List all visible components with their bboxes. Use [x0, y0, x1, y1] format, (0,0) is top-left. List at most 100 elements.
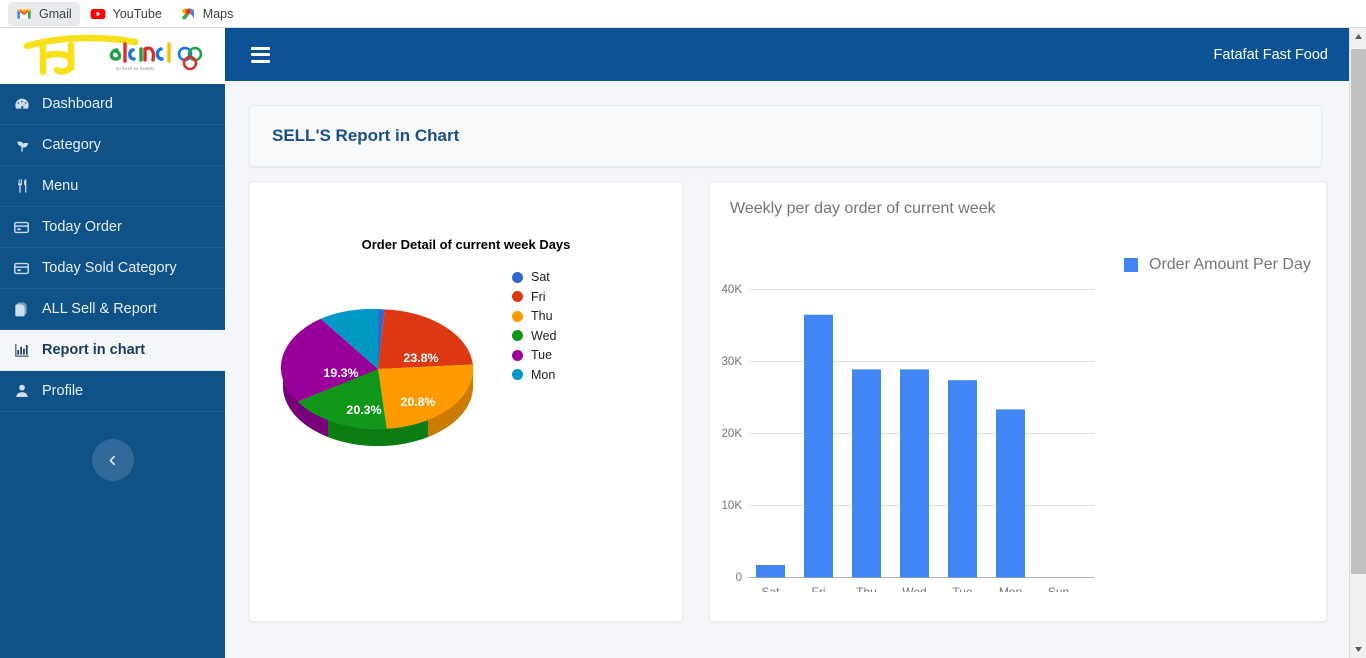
y-axis-tick-labels: 40K 30K 20K 10K 0: [722, 284, 743, 584]
bookmark-gmail[interactable]: Gmail: [8, 1, 80, 26]
top-header: Fatafat Fast Food: [225, 28, 1366, 81]
scroll-up-arrow-icon[interactable]: [1349, 28, 1366, 45]
bookmark-maps[interactable]: Maps: [172, 2, 242, 26]
receipt-icon: [12, 219, 31, 236]
pie-chart-title: Order Detail of current week Days: [361, 237, 571, 252]
page-content: SELL'S Report in Chart Order Detail of c…: [225, 81, 1366, 658]
legend-swatch-icon: [512, 349, 523, 361]
bar-mon[interactable]: [996, 409, 1025, 578]
sidebar-item-menu[interactable]: Menu: [0, 166, 225, 207]
sidebar-collapse-wrap: [0, 439, 225, 481]
x-axis-tick-labels: Sat Fri Thu Wed Tue Mon Sun: [761, 585, 1069, 599]
browser-bookmark-bar: Gmail YouTube Maps: [0, 0, 1366, 28]
brand-logo[interactable]: so fresh so healthy: [0, 28, 225, 84]
scrollbar-thumb[interactable]: [1350, 49, 1366, 574]
pie-label-fri: 23.8%: [403, 351, 438, 365]
sidebar-nav: Dashboard Category Menu Today Order Toda…: [0, 84, 225, 412]
pie-legend-item-wed[interactable]: Wed: [512, 329, 556, 343]
bookmark-label: Gmail: [39, 6, 72, 21]
page-scrollbar[interactable]: [1349, 28, 1366, 658]
bar-chart-card: Weekly per day order of current week 40K…: [709, 181, 1327, 622]
youtube-icon: [90, 6, 106, 22]
sidebar-item-profile[interactable]: Profile: [0, 371, 225, 412]
report-panel-header: SELL'S Report in Chart: [249, 105, 1322, 167]
sidebar-item-today-sold-category[interactable]: Today Sold Category: [0, 248, 225, 289]
sidebar-item-today-order[interactable]: Today Order: [0, 207, 225, 248]
bar-chart-canvas[interactable]: 40K 30K 20K 10K 0 Sat Fri Thu Wed Tue Mo…: [716, 232, 1116, 599]
gmail-icon: [16, 6, 32, 22]
receipt-icon: [12, 260, 31, 277]
scroll-down-arrow-icon[interactable]: [1349, 641, 1366, 658]
x-tick-tue: Tue: [952, 585, 973, 592]
bar-chart-icon: [12, 342, 31, 358]
sidebar-item-all-sell-report[interactable]: ALL Sell & Report: [0, 289, 225, 330]
pie-label-thu: 20.8%: [400, 395, 435, 409]
legend-label: Wed: [531, 328, 557, 343]
y-tick-30k: 30K: [722, 356, 743, 368]
bar-chart-legend: Order Amount Per Day: [1124, 256, 1311, 274]
bar-sat[interactable]: [756, 565, 785, 578]
bar-thu[interactable]: [852, 369, 881, 578]
bar-series-order-amount-per-day: [756, 314, 1025, 578]
legend-swatch-icon: [512, 271, 523, 283]
x-tick-fri: Fri: [812, 585, 826, 592]
sidebar-item-dashboard[interactable]: Dashboard: [0, 84, 225, 125]
pie-label-tue: 19.3%: [323, 366, 358, 380]
charts-row: Order Detail of current week Days 23.8% …: [249, 181, 1327, 622]
chevron-left-icon: [106, 454, 119, 467]
x-tick-thu: Thu: [856, 585, 877, 592]
legend-label: Mon: [531, 367, 556, 382]
bar-fri[interactable]: [804, 314, 833, 578]
x-tick-mon: Mon: [999, 585, 1022, 592]
bookmark-label: Maps: [202, 6, 234, 21]
y-tick-20k: 20K: [722, 428, 743, 440]
bookmark-label: YouTube: [112, 6, 162, 21]
sidebar-item-report-in-chart[interactable]: Report in chart: [0, 330, 225, 371]
seedling-icon: [12, 137, 31, 153]
legend-swatch-icon: [512, 310, 523, 322]
legend-label: Order Amount Per Day: [1149, 256, 1311, 273]
main-area: Fatafat Fast Food SELL'S Report in Chart…: [225, 28, 1366, 658]
bookmark-youtube[interactable]: YouTube: [82, 2, 170, 26]
sidebar-item-label: Dashboard: [42, 96, 113, 112]
legend-label: Sat: [531, 270, 550, 284]
sidebar: so fresh so healthy Dashboard Category M…: [0, 28, 225, 658]
sidebar-item-category[interactable]: Category: [0, 125, 225, 166]
legend-label: Thu: [531, 309, 553, 323]
pie-legend-item-fri[interactable]: Fri: [512, 290, 556, 304]
legend-label: Fri: [531, 289, 546, 304]
legend-swatch-icon: [512, 330, 523, 341]
bar-tue[interactable]: [948, 380, 977, 578]
legend-label: Tue: [531, 348, 553, 362]
logo-artwork: so fresh so healthy: [23, 34, 202, 76]
utensils-icon: [12, 178, 31, 194]
logo-tagline: so fresh so healthy: [116, 66, 155, 71]
pie-label-wed: 20.3%: [346, 403, 381, 417]
x-tick-wed: Wed: [902, 585, 926, 592]
pie-chart-canvas[interactable]: 23.8% 20.8% 20.3% 19.3%: [268, 274, 488, 469]
y-tick-40k: 40K: [722, 284, 743, 296]
sidebar-item-label: Today Sold Category: [42, 260, 177, 276]
sidebar-item-label: Profile: [42, 383, 84, 399]
sidebar-collapse-button[interactable]: [91, 439, 134, 481]
pie-legend-item-mon[interactable]: Mon: [512, 368, 556, 382]
legend-swatch-icon: [512, 369, 523, 380]
pie-chart-legend: Sat Fri Thu Wed Tue Mon: [512, 270, 556, 382]
sidebar-item-label: Menu: [42, 178, 79, 194]
dashboard-icon: [12, 96, 31, 112]
sidebar-item-label: Today Order: [42, 219, 122, 235]
hamburger-icon[interactable]: [251, 46, 270, 63]
legend-swatch-icon: [1124, 258, 1138, 272]
pie-legend-item-thu[interactable]: Thu: [512, 309, 556, 323]
sidebar-item-label: Category: [42, 137, 101, 153]
pie-legend-item-tue[interactable]: Tue: [512, 348, 556, 362]
y-tick-10k: 10K: [722, 500, 743, 512]
bar-wed[interactable]: [900, 369, 929, 578]
page-title: SELL'S Report in Chart: [272, 126, 460, 145]
scrollbar-track[interactable]: [1350, 45, 1366, 641]
bar-chart-title: Weekly per day order of current week: [730, 200, 996, 217]
copy-files-icon: [12, 301, 31, 317]
x-tick-sat: Sat: [761, 585, 780, 592]
x-tick-sun: Sun: [1048, 585, 1069, 592]
pie-legend-item-sat[interactable]: Sat: [512, 270, 556, 284]
